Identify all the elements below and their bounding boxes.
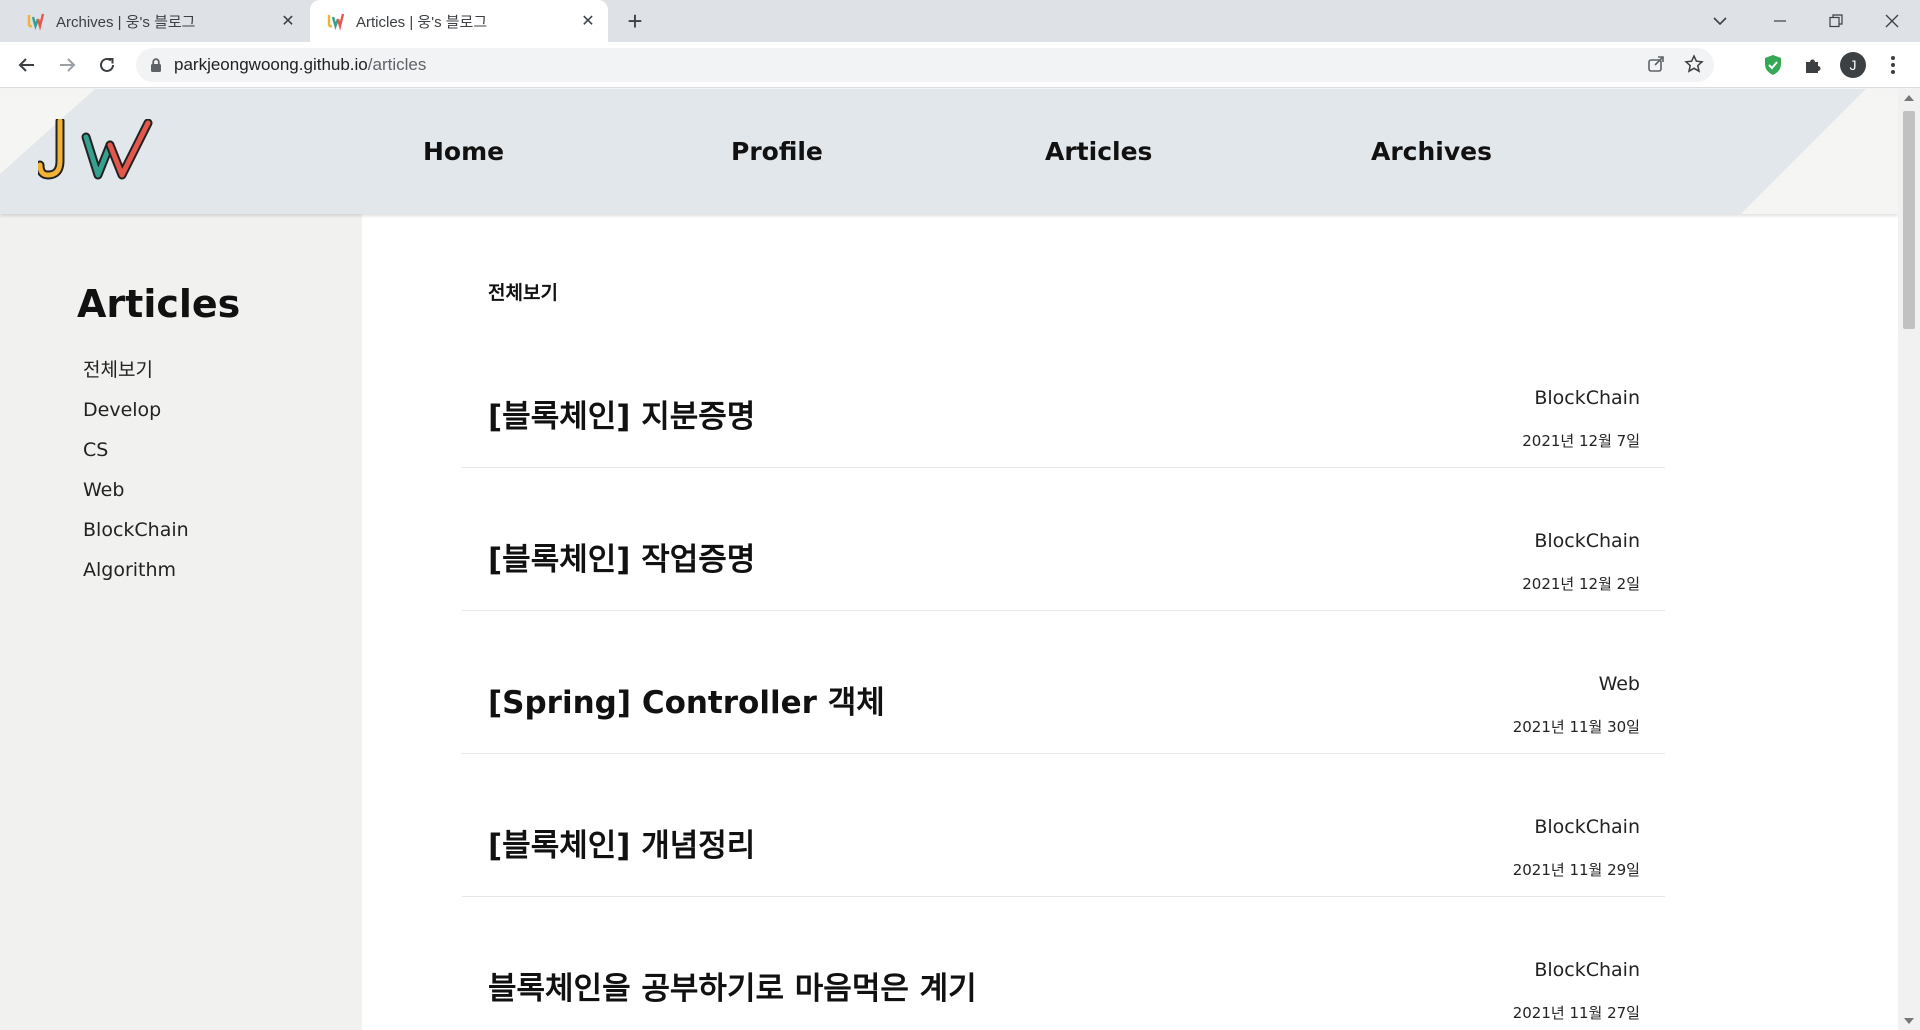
post-item[interactable]: [Spring] Controller 객체 Web 2021년 11월 30일 (462, 611, 1665, 754)
page-viewport: Home Profile Articles Archives Articles … (0, 89, 1898, 1030)
category-web[interactable]: Web (83, 477, 189, 517)
post-item[interactable]: 블록체인을 공부하기로 마음먹은 계기 BlockChain 2021년 11월… (462, 897, 1665, 1030)
extensions-puzzle-icon[interactable] (1798, 50, 1828, 80)
site-favicon-icon (27, 13, 45, 31)
menu-kebab-icon[interactable] (1878, 50, 1908, 80)
category-develop[interactable]: Develop (83, 397, 189, 437)
post-title[interactable]: [블록체인] 지분증명 (488, 391, 755, 436)
scroll-down-arrow-icon[interactable] (1904, 1018, 1914, 1024)
category-list: 전체보기 Develop CS Web BlockChain Algorithm (83, 357, 189, 597)
post-item[interactable]: [블록체인] 작업증명 BlockChain 2021년 12월 2일 (462, 468, 1665, 611)
nav-articles[interactable]: Articles (1045, 137, 1152, 166)
close-window-icon[interactable] (1864, 0, 1920, 42)
category-sidebar: Articles 전체보기 Develop CS Web BlockChain … (0, 214, 362, 1030)
post-item[interactable]: [블록체인] 지분증명 BlockChain 2021년 12월 7일 (462, 325, 1665, 468)
sidebar-title: Articles (77, 282, 241, 326)
category-all[interactable]: 전체보기 (83, 357, 189, 397)
post-date: 2021년 12월 2일 (1522, 575, 1640, 593)
tab-close-icon[interactable]: ✕ (274, 11, 302, 31)
tab-archives[interactable]: Archives | 웅's 블로그 ✕ (10, 0, 308, 42)
avatar: J (1840, 52, 1866, 78)
post-date: 2021년 11월 29일 (1512, 861, 1640, 879)
header-band (0, 89, 1866, 214)
back-arrow-icon[interactable] (12, 50, 42, 80)
tab-search-chevron-icon[interactable] (1700, 0, 1740, 42)
post-date: 2021년 11월 30일 (1512, 718, 1640, 736)
browser-window: Archives | 웅's 블로그 ✕ Articles | 웅's 블로그 … (0, 0, 1920, 1030)
post-category[interactable]: BlockChain (1534, 387, 1640, 409)
bookmark-star-icon[interactable] (1684, 54, 1704, 74)
nav-profile[interactable]: Profile (731, 137, 823, 166)
minimize-icon[interactable] (1752, 0, 1808, 42)
post-title[interactable]: [블록체인] 개념정리 (488, 820, 755, 865)
category-algorithm[interactable]: Algorithm (83, 557, 189, 597)
shield-extension-icon[interactable] (1758, 50, 1788, 80)
site-logo[interactable] (38, 119, 154, 181)
address-bar[interactable]: parkjeongwoong.github.io/articles (136, 48, 1714, 82)
reload-icon[interactable] (92, 50, 122, 80)
post-category[interactable]: BlockChain (1534, 816, 1640, 838)
current-category-label: 전체보기 (488, 282, 558, 304)
url-host: parkjeongwoong.github.io (174, 55, 368, 74)
nav-archives[interactable]: Archives (1371, 137, 1492, 166)
tab-title: Articles | 웅's 블로그 (356, 13, 488, 31)
new-tab-button[interactable]: + (618, 6, 652, 36)
window-controls (1752, 0, 1920, 42)
scrollbar-thumb[interactable] (1903, 111, 1915, 329)
url-text: parkjeongwoong.github.io/articles (174, 55, 426, 75)
post-date: 2021년 11월 27일 (1512, 1004, 1640, 1022)
post-category[interactable]: Web (1599, 673, 1640, 695)
category-cs[interactable]: CS (83, 437, 189, 477)
post-date: 2021년 12월 7일 (1522, 432, 1640, 450)
restore-icon[interactable] (1808, 0, 1864, 42)
post-title[interactable]: 블록체인을 공부하기로 마음먹은 계기 (488, 963, 977, 1008)
post-category[interactable]: BlockChain (1534, 959, 1640, 981)
post-category[interactable]: BlockChain (1534, 530, 1640, 552)
tab-close-icon[interactable]: ✕ (574, 11, 602, 31)
site-header: Home Profile Articles Archives (0, 89, 1898, 214)
tab-articles[interactable]: Articles | 웅's 블로그 ✕ (310, 0, 608, 42)
post-item[interactable]: [블록체인] 개념정리 BlockChain 2021년 11월 29일 (462, 754, 1665, 897)
nav-home[interactable]: Home (423, 137, 504, 166)
post-title[interactable]: [Spring] Controller 객체 (488, 677, 885, 722)
omnibox-actions (1646, 54, 1704, 74)
post-title[interactable]: [블록체인] 작업증명 (488, 534, 755, 579)
lock-icon[interactable] (150, 58, 162, 72)
url-path: /articles (367, 55, 427, 74)
category-blockchain[interactable]: BlockChain (83, 517, 189, 557)
article-list-panel: 전체보기 [블록체인] 지분증명 BlockChain 2021년 12월 7일… (362, 214, 1898, 1030)
site-favicon-icon (327, 13, 345, 31)
scroll-up-arrow-icon[interactable] (1904, 95, 1914, 101)
forward-arrow-icon[interactable] (52, 50, 82, 80)
share-icon[interactable] (1646, 54, 1666, 74)
profile-avatar[interactable]: J (1838, 50, 1868, 80)
browser-toolbar: parkjeongwoong.github.io/articles J (0, 42, 1920, 88)
tab-strip: Archives | 웅's 블로그 ✕ Articles | 웅's 블로그 … (0, 0, 1920, 42)
page-scrollbar[interactable] (1898, 89, 1920, 1030)
tab-title: Archives | 웅's 블로그 (56, 13, 196, 31)
